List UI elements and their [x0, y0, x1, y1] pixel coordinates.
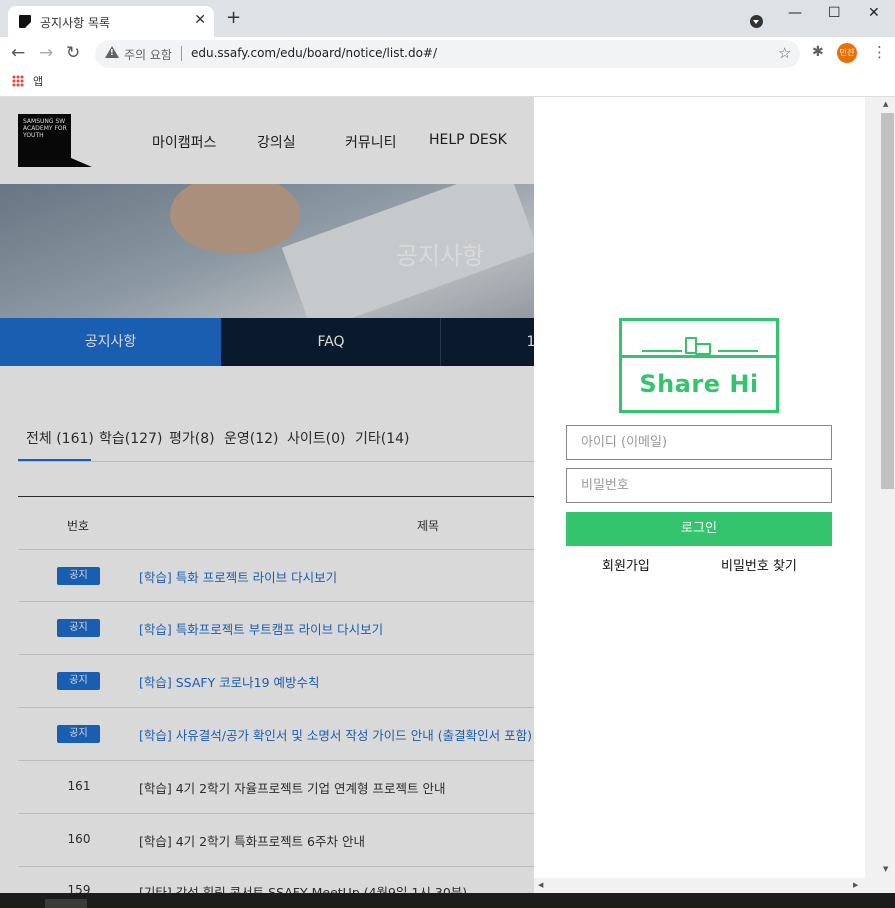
- share-hi-logo: Share Hi: [619, 318, 779, 413]
- address-bar[interactable]: 주의 요함 edu.ssafy.com/edu/board/notice/lis…: [95, 40, 800, 68]
- close-window-button[interactable]: ✕: [868, 5, 880, 21]
- browser-tab[interactable]: 공지사항 목록 ✕: [8, 6, 214, 37]
- login-button[interactable]: 로그인: [566, 512, 832, 546]
- tablet-icon: [695, 343, 711, 355]
- tab-search-icon[interactable]: [750, 15, 763, 28]
- password-field[interactable]: 비밀번호: [566, 468, 832, 503]
- scroll-down-icon[interactable]: ▼: [883, 865, 888, 873]
- url-text[interactable]: edu.ssafy.com/edu/board/notice/list.do#/: [191, 46, 437, 60]
- logo-divider: [622, 355, 776, 358]
- security-status[interactable]: 주의 요함: [124, 46, 172, 63]
- kebab-menu-icon[interactable]: ⋮: [872, 43, 887, 61]
- warning-icon[interactable]: [105, 46, 119, 58]
- puzzle-icon[interactable]: ✱: [812, 44, 824, 60]
- profile-avatar[interactable]: 민진: [837, 43, 857, 63]
- apps-shortcut[interactable]: 앱: [33, 73, 43, 89]
- page-dim-overlay[interactable]: [0, 97, 534, 893]
- bookmark-star-icon[interactable]: ☆: [778, 44, 791, 62]
- scroll-right-icon[interactable]: ▶: [853, 881, 858, 889]
- scroll-left-icon[interactable]: ◀: [538, 881, 543, 889]
- logo-line: [642, 350, 682, 352]
- vertical-scrollbar[interactable]: ▲ ▼: [865, 97, 895, 893]
- os-taskbar: [0, 893, 895, 908]
- logo-line: [718, 350, 758, 352]
- login-panel: Share Hi 아이디 (이메일) 비밀번호 로그인 회원가입 비밀번호 찾기: [534, 97, 865, 893]
- forward-arrow-icon[interactable]: →: [39, 43, 53, 63]
- close-tab-icon[interactable]: ✕: [194, 12, 206, 28]
- maximize-button[interactable]: ☐: [828, 5, 841, 21]
- taskbar-item[interactable]: [45, 899, 87, 908]
- ssafy-favicon-icon: [19, 15, 31, 28]
- minimize-button[interactable]: —: [788, 5, 802, 21]
- email-field[interactable]: 아이디 (이메일): [566, 425, 832, 460]
- browser-tab-strip: 공지사항 목록 ✕ + — ☐ ✕: [0, 0, 895, 37]
- find-password-link[interactable]: 비밀번호 찾기: [721, 555, 797, 574]
- bookmarks-bar: 앱: [0, 71, 895, 97]
- reload-icon[interactable]: ↻: [66, 43, 80, 63]
- tab-title: 공지사항 목록: [40, 16, 111, 30]
- divider: [181, 46, 182, 61]
- apps-grid-icon[interactable]: [12, 75, 24, 87]
- scroll-up-icon[interactable]: ▲: [883, 100, 888, 108]
- browser-toolbar: ← → ↻ 주의 요함 edu.ssafy.com/edu/board/noti…: [0, 37, 895, 71]
- horizontal-scrollbar[interactable]: ◀ ▶: [534, 878, 865, 893]
- back-arrow-icon[interactable]: ←: [11, 43, 25, 63]
- signup-link[interactable]: 회원가입: [602, 555, 650, 574]
- brand-name: Share Hi: [639, 370, 759, 398]
- scrollbar-thumb[interactable]: [881, 113, 894, 489]
- new-tab-button[interactable]: +: [226, 9, 241, 27]
